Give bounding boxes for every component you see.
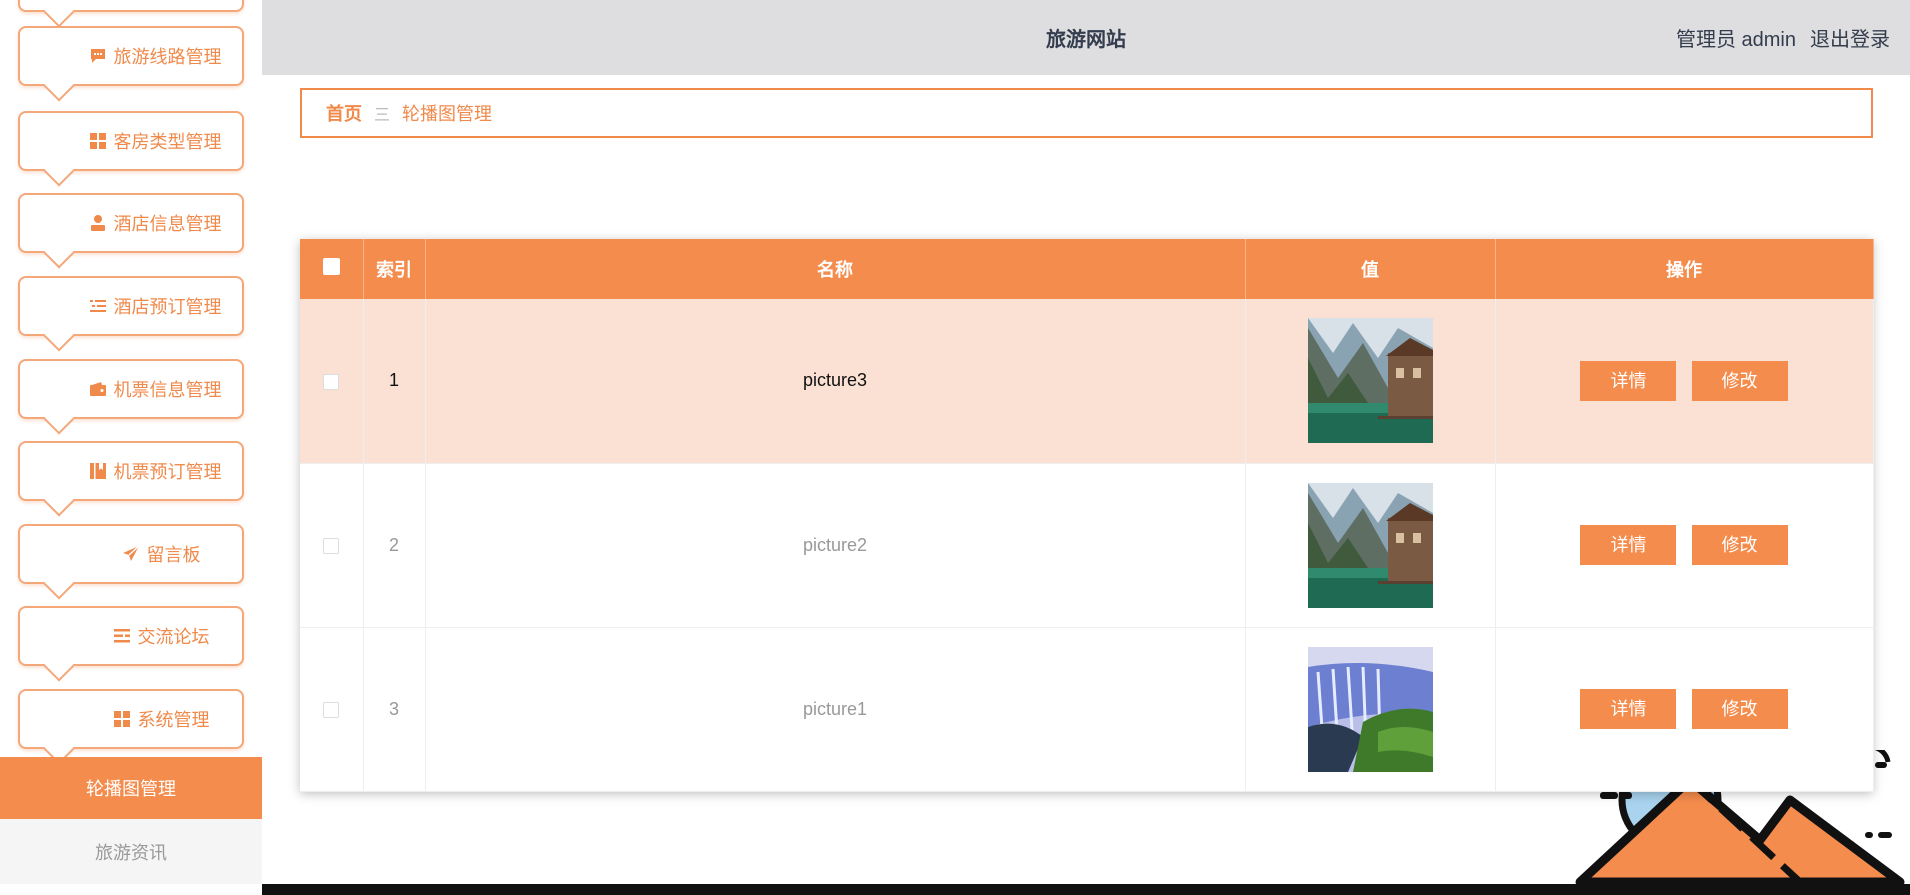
row-checkbox[interactable] bbox=[323, 373, 340, 390]
book-icon bbox=[89, 463, 106, 479]
sidebar-item-label: 留言板 bbox=[146, 545, 201, 565]
lake-cabin-photo[interactable] bbox=[1307, 482, 1433, 608]
detail-button[interactable]: 详情 bbox=[1580, 525, 1677, 565]
breadcrumb-home[interactable]: 首页 bbox=[326, 100, 362, 126]
row-name: picture3 bbox=[425, 299, 1246, 464]
message-icon bbox=[90, 49, 105, 63]
sidebar-item-label: 交流论坛 bbox=[137, 627, 210, 647]
detail-button[interactable]: 详情 bbox=[1580, 689, 1677, 729]
sidebar-item-flight-info[interactable]: 机票信息管理 bbox=[18, 359, 244, 435]
top-header: 旅游网站 管理员 admin 退出登录 bbox=[262, 0, 1910, 75]
sidebar-item-label: 机票信息管理 bbox=[113, 380, 222, 400]
user-icon bbox=[90, 215, 105, 231]
edit-button[interactable]: 修改 bbox=[1691, 360, 1788, 401]
breadcrumb-separator: 三 bbox=[374, 107, 391, 124]
column-header-name: 名称 bbox=[425, 239, 1246, 299]
edit-button[interactable]: 修改 bbox=[1691, 689, 1788, 729]
row-name: picture2 bbox=[425, 463, 1246, 628]
column-header-actions: 操作 bbox=[1495, 239, 1874, 299]
sidebar-item-routes[interactable]: 旅游线路管理 bbox=[18, 26, 244, 102]
send-icon bbox=[122, 545, 140, 561]
grid-icon bbox=[89, 133, 106, 149]
lake-cabin-photo[interactable] bbox=[1307, 318, 1433, 444]
column-header-value: 值 bbox=[1245, 239, 1496, 299]
select-all-checkbox[interactable] bbox=[322, 258, 340, 275]
table-row: 2 picture2 详情 修改 bbox=[300, 463, 1874, 628]
table-header-row: 索引 名称 值 操作 bbox=[300, 239, 1874, 299]
row-checkbox[interactable] bbox=[323, 537, 340, 554]
grid-icon bbox=[113, 711, 130, 727]
header-user-area: 管理员 admin 退出登录 bbox=[1676, 0, 1890, 75]
edit-button[interactable]: 修改 bbox=[1691, 525, 1788, 565]
row-index: 1 bbox=[363, 299, 426, 464]
list-icon bbox=[89, 300, 106, 312]
row-index: 3 bbox=[363, 627, 426, 792]
logout-link[interactable]: 退出登录 bbox=[1810, 23, 1890, 52]
sidebar-item-forum[interactable]: 交流论坛 bbox=[18, 606, 244, 682]
sidebar-item-hotel-info[interactable]: 酒店信息管理 bbox=[18, 193, 244, 269]
align-icon bbox=[113, 629, 130, 643]
sidebar-item-label: 酒店信息管理 bbox=[113, 214, 222, 234]
row-name: picture1 bbox=[425, 627, 1246, 792]
sidebar: 旅游线路管理 客房类型管理 酒店信息管理 酒店预订管理 机票信息管理 机票预订管… bbox=[0, 0, 262, 884]
wallet-icon bbox=[89, 382, 106, 396]
breadcrumb-current: 轮播图管理 bbox=[402, 104, 493, 124]
column-header-index: 索引 bbox=[363, 239, 426, 299]
sidebar-item-message-board[interactable]: 留言板 bbox=[18, 524, 244, 600]
sidebar-item-label: 旅游线路管理 bbox=[113, 47, 222, 67]
sidebar-item-label: 酒店预订管理 bbox=[113, 297, 222, 317]
sidebar-item-room-types[interactable]: 客房类型管理 bbox=[18, 111, 244, 187]
sidebar-item-flight-booking[interactable]: 机票预订管理 bbox=[18, 441, 244, 517]
row-checkbox[interactable] bbox=[323, 701, 340, 718]
site-title: 旅游网站 bbox=[1046, 29, 1126, 51]
sidebar-item-label: 机票预订管理 bbox=[113, 462, 222, 482]
breadcrumb: 首页 三 轮播图管理 bbox=[300, 88, 1873, 138]
detail-button[interactable]: 详情 bbox=[1580, 360, 1677, 401]
sidebar-item-partial[interactable] bbox=[18, 0, 244, 28]
bottom-bar bbox=[262, 884, 1910, 895]
carousel-table: 索引 名称 值 操作 1 picture3 详情 修改 2 picture2 详… bbox=[300, 239, 1874, 792]
waterfall-photo[interactable] bbox=[1307, 646, 1433, 772]
sidebar-item-label: 系统管理 bbox=[137, 710, 210, 730]
table-row: 1 picture3 详情 修改 bbox=[300, 299, 1874, 464]
submenu-item-carousel[interactable]: 轮播图管理 bbox=[0, 757, 262, 819]
row-index: 2 bbox=[363, 463, 426, 628]
submenu-item-travel-news[interactable]: 旅游资讯 bbox=[0, 819, 262, 884]
table-row: 3 picture1 详情 修改 bbox=[300, 627, 1874, 792]
admin-label: 管理员 admin bbox=[1675, 29, 1796, 51]
select-all-header bbox=[300, 239, 364, 299]
sidebar-item-hotel-booking[interactable]: 酒店预订管理 bbox=[18, 276, 244, 352]
sidebar-item-system[interactable]: 系统管理 bbox=[18, 689, 244, 765]
sidebar-item-label: 客房类型管理 bbox=[113, 132, 222, 152]
